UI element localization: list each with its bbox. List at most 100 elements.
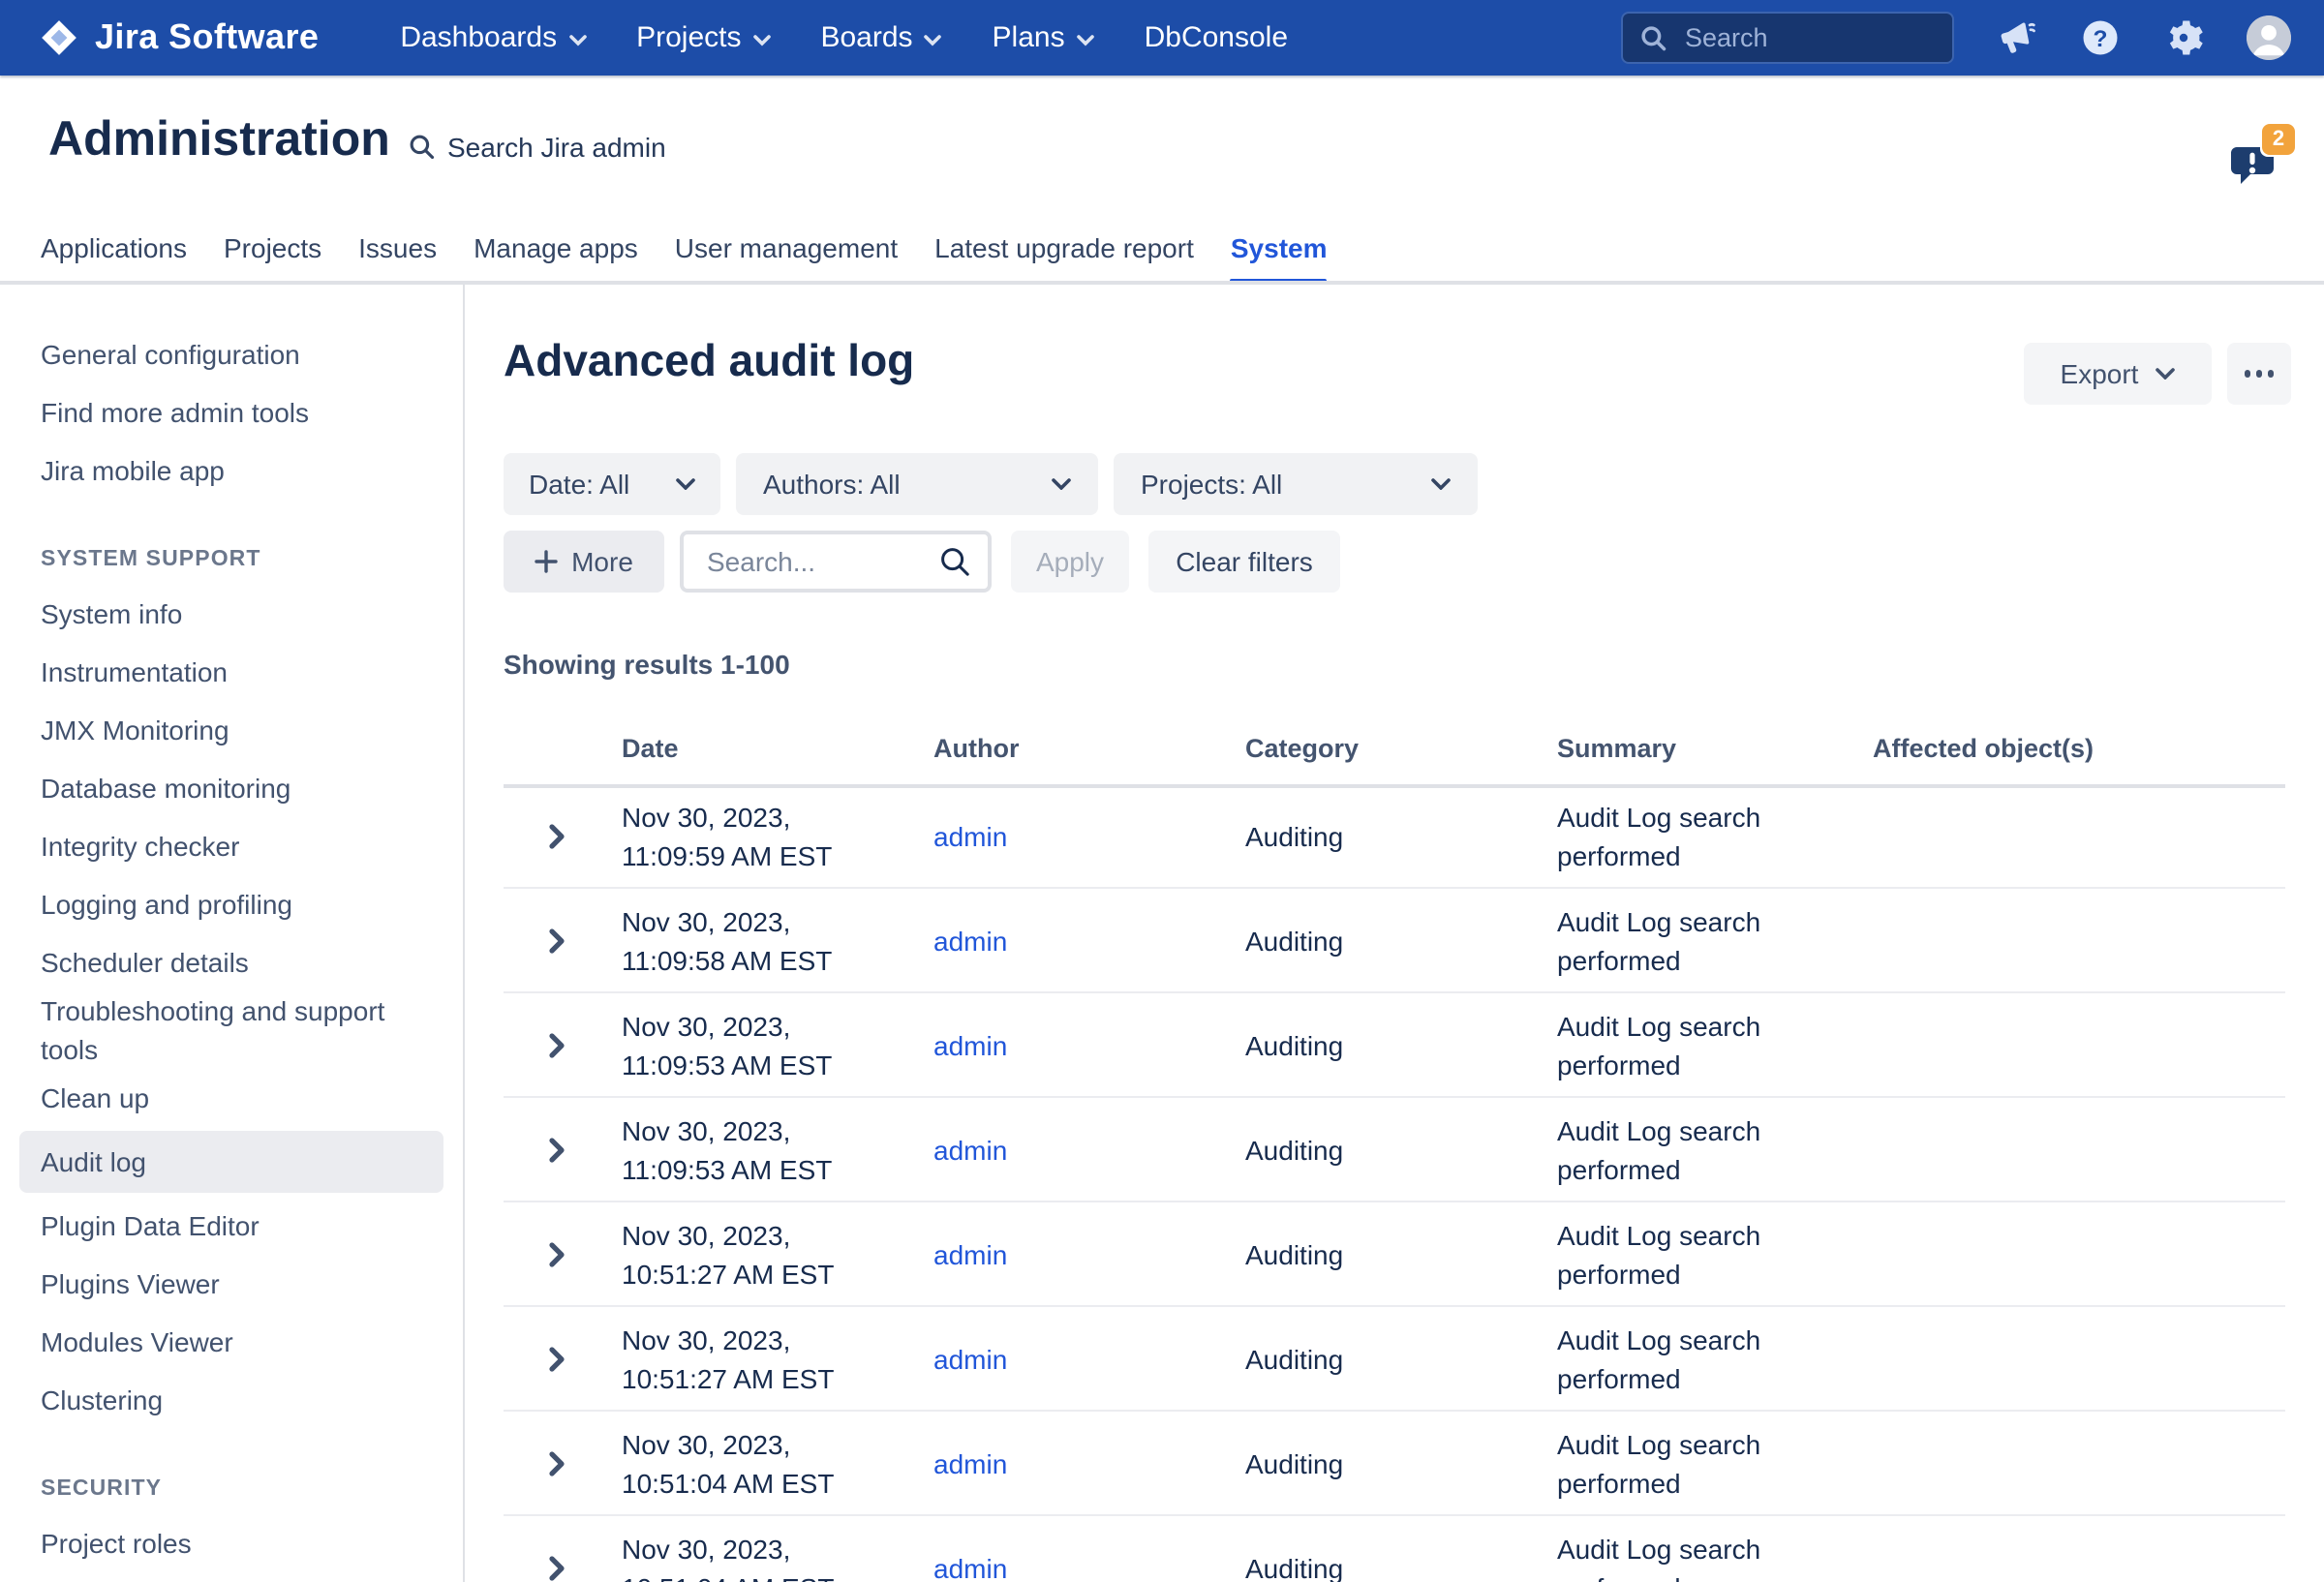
more-actions-button[interactable] xyxy=(2227,343,2291,405)
sidebar-item-plugins-viewer[interactable]: Plugins Viewer xyxy=(0,1255,463,1313)
row-expand-chevron-icon[interactable] xyxy=(546,1241,567,1266)
nav-item-dashboards[interactable]: Dashboards xyxy=(400,21,586,54)
author-link[interactable]: admin xyxy=(933,1343,1007,1374)
row-expand-chevron-icon[interactable] xyxy=(546,1137,567,1162)
page-title: Administration xyxy=(48,112,390,168)
table-row[interactable]: Nov 30, 2023,10:51:27 AM EST admin Audit… xyxy=(504,1202,2285,1307)
author-link[interactable]: admin xyxy=(933,1238,1007,1269)
nav-item-label: Dashboards xyxy=(400,21,557,54)
row-expand-chevron-icon[interactable] xyxy=(546,823,567,848)
settings-gear-icon[interactable] xyxy=(2163,17,2204,58)
nav-item-boards[interactable]: Boards xyxy=(820,21,941,54)
nav-item-projects[interactable]: Projects xyxy=(636,21,770,54)
tab-projects[interactable]: Projects xyxy=(224,232,321,281)
row-author: admin xyxy=(933,1339,1007,1378)
table-row[interactable]: Nov 30, 2023,11:09:59 AM EST admin Audit… xyxy=(504,784,2285,889)
sidebar-item-database-monitoring[interactable]: Database monitoring xyxy=(0,759,463,817)
row-expand-chevron-icon[interactable] xyxy=(546,1450,567,1476)
audit-log-table: DateAuthorCategorySummaryAffected object… xyxy=(504,726,2285,1582)
notification-count-badge: 2 xyxy=(2262,124,2295,155)
global-search-input[interactable] xyxy=(1681,21,1937,54)
table-row[interactable]: Nov 30, 2023,10:51:04 AM EST admin Audit… xyxy=(504,1516,2285,1582)
search-icon xyxy=(939,546,970,577)
help-icon[interactable]: ? xyxy=(2080,17,2121,58)
row-summary: Audit Log searchperformed xyxy=(1557,1110,1760,1188)
tab-latest-upgrade-report[interactable]: Latest upgrade report xyxy=(934,232,1194,281)
sidebar-item-jira-mobile-app[interactable]: Jira mobile app xyxy=(0,441,463,500)
author-link[interactable]: admin xyxy=(933,1447,1007,1478)
projects-filter-dropdown[interactable]: Projects: All xyxy=(1114,453,1478,515)
sidebar-item-scheduler-details[interactable]: Scheduler details xyxy=(0,933,463,991)
nav-item-dbconsole[interactable]: DbConsole xyxy=(1145,21,1288,54)
export-button[interactable]: Export xyxy=(2024,343,2212,405)
author-link[interactable]: admin xyxy=(933,1134,1007,1165)
row-expand-chevron-icon[interactable] xyxy=(546,928,567,953)
author-link[interactable]: admin xyxy=(933,1552,1007,1582)
sidebar-item-find-more-admin-tools[interactable]: Find more admin tools xyxy=(0,383,463,441)
notifications-bubble-icon[interactable]: 2 xyxy=(2227,139,2281,190)
sidebar-item-system-info[interactable]: System info xyxy=(0,585,463,643)
row-category: Auditing xyxy=(1245,1025,1343,1064)
filter-search-box[interactable] xyxy=(680,531,992,593)
sidebar-item-general-configuration[interactable]: General configuration xyxy=(0,325,463,383)
column-header-category: Category xyxy=(1245,734,1359,763)
more-filters-button[interactable]: More xyxy=(504,531,664,593)
filter-search-input[interactable] xyxy=(703,544,928,579)
sidebar-item-integrity-checker[interactable]: Integrity checker xyxy=(0,817,463,875)
export-button-label: Export xyxy=(2061,358,2139,389)
sidebar-item-plugin-data-editor[interactable]: Plugin Data Editor xyxy=(0,1197,463,1255)
sidebar-item-troubleshooting-and-support-tools[interactable]: Troubleshooting and support tools xyxy=(0,991,463,1069)
nav-item-label: Plans xyxy=(993,21,1065,54)
authors-filter-dropdown[interactable]: Authors: All xyxy=(736,453,1098,515)
jira-logo[interactable]: Jira Software xyxy=(39,17,319,58)
announcement-megaphone-icon[interactable] xyxy=(1997,17,2037,58)
tab-issues[interactable]: Issues xyxy=(358,232,437,281)
row-expand-chevron-icon[interactable] xyxy=(546,1555,567,1580)
row-date: Nov 30, 2023,10:51:27 AM EST xyxy=(622,1320,834,1397)
tab-system[interactable]: System xyxy=(1231,232,1328,281)
plus-icon xyxy=(535,550,558,573)
global-search[interactable] xyxy=(1621,12,1954,64)
ellipsis-icon xyxy=(2245,371,2251,378)
tab-applications[interactable]: Applications xyxy=(41,232,187,281)
column-header-summary: Summary xyxy=(1557,734,1676,763)
sidebar-item-instrumentation[interactable]: Instrumentation xyxy=(0,643,463,701)
table-row[interactable]: Nov 30, 2023,11:09:58 AM EST admin Audit… xyxy=(504,889,2285,993)
sidebar-item-clustering[interactable]: Clustering xyxy=(0,1371,463,1429)
row-date: Nov 30, 2023,11:09:58 AM EST xyxy=(622,901,832,979)
table-row[interactable]: Nov 30, 2023,10:51:04 AM EST admin Audit… xyxy=(504,1412,2285,1516)
sidebar-item-modules-viewer[interactable]: Modules Viewer xyxy=(0,1313,463,1371)
row-expand-chevron-icon[interactable] xyxy=(546,1032,567,1057)
date-filter-label: Date: All xyxy=(529,469,629,500)
nav-item-plans[interactable]: Plans xyxy=(993,21,1094,54)
chevron-down-icon xyxy=(1077,34,1094,46)
sidebar-item-logging-and-profiling[interactable]: Logging and profiling xyxy=(0,875,463,933)
row-author: admin xyxy=(933,1130,1007,1169)
author-link[interactable]: admin xyxy=(933,820,1007,851)
clear-filters-button[interactable]: Clear filters xyxy=(1148,531,1340,593)
chevron-down-icon xyxy=(1052,478,1071,490)
sidebar-item-clean-up[interactable]: Clean up xyxy=(0,1069,463,1127)
row-category: Auditing xyxy=(1245,1130,1343,1169)
projects-filter-label: Projects: All xyxy=(1141,469,1282,500)
user-avatar[interactable] xyxy=(2247,15,2291,60)
row-author: admin xyxy=(933,1548,1007,1582)
sidebar-item-project-roles[interactable]: Project roles xyxy=(0,1514,463,1572)
admin-search[interactable]: Search Jira admin xyxy=(409,132,666,163)
date-filter-dropdown[interactable]: Date: All xyxy=(504,453,720,515)
row-date: Nov 30, 2023,10:51:27 AM EST xyxy=(622,1215,834,1293)
sidebar-item-jmx-monitoring[interactable]: JMX Monitoring xyxy=(0,701,463,759)
tab-user-management[interactable]: User management xyxy=(675,232,898,281)
sidebar-item-audit-log[interactable]: Audit log xyxy=(19,1131,443,1193)
table-row[interactable]: Nov 30, 2023,11:09:53 AM EST admin Audit… xyxy=(504,993,2285,1098)
chevron-down-icon xyxy=(568,34,586,46)
row-expand-chevron-icon[interactable] xyxy=(546,1346,567,1371)
row-summary: Audit Log searchperformed xyxy=(1557,1529,1760,1582)
row-date: Nov 30, 2023,10:51:04 AM EST xyxy=(622,1529,834,1582)
table-row[interactable]: Nov 30, 2023,11:09:53 AM EST admin Audit… xyxy=(504,1098,2285,1202)
table-row[interactable]: Nov 30, 2023,10:51:27 AM EST admin Audit… xyxy=(504,1307,2285,1412)
tab-manage-apps[interactable]: Manage apps xyxy=(474,232,638,281)
author-link[interactable]: admin xyxy=(933,1029,1007,1060)
author-link[interactable]: admin xyxy=(933,925,1007,956)
apply-button[interactable]: Apply xyxy=(1011,531,1129,593)
